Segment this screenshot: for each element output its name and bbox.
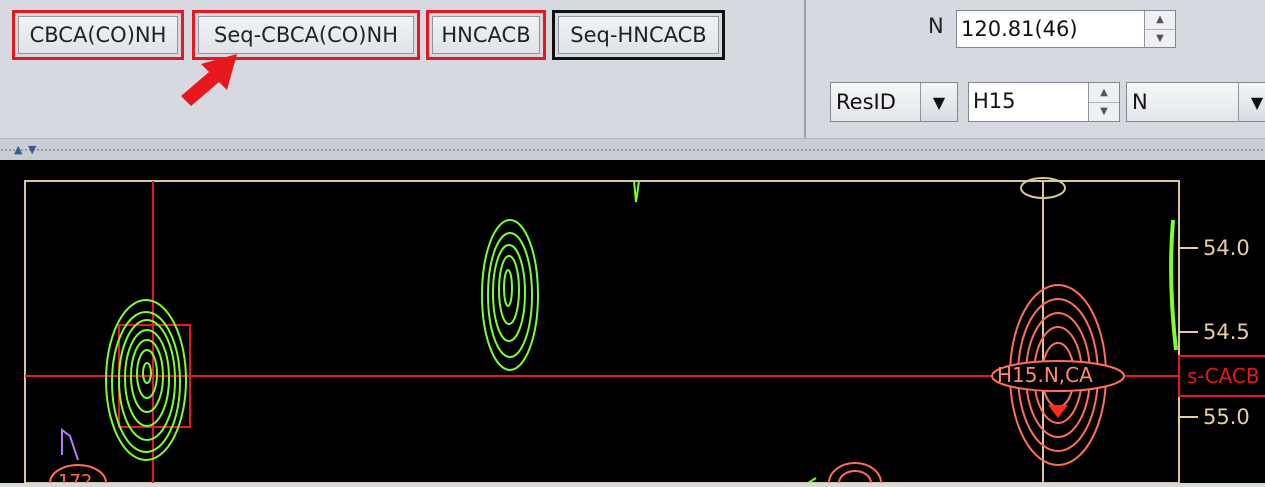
spectrum-plot[interactable] bbox=[0, 160, 1265, 487]
green-peak-top bbox=[633, 180, 640, 203]
salmon-peak-bottom bbox=[828, 462, 882, 487]
y-tick-label: 54.5 bbox=[1203, 320, 1250, 344]
spin-down-icon[interactable]: ▼ bbox=[1145, 30, 1175, 48]
splitter-grip[interactable] bbox=[0, 148, 1265, 152]
y-tick-label: 54.0 bbox=[1203, 236, 1250, 260]
partial-peak-label: 172 bbox=[58, 471, 93, 483]
panel-splitter[interactable]: ▲ ▼ bbox=[0, 138, 1265, 161]
n-label: N bbox=[928, 14, 944, 38]
spin-up-icon[interactable]: ▲ bbox=[1145, 11, 1175, 30]
red-arrow-icon bbox=[181, 54, 237, 106]
peak-label[interactable]: H15.N,CA bbox=[997, 363, 1093, 387]
residue-spinner[interactable]: H15 ▲ ▼ bbox=[968, 82, 1120, 122]
green-peak-edge bbox=[1169, 219, 1178, 351]
violet-peak bbox=[61, 428, 79, 461]
expand-up-icon[interactable]: ▲ bbox=[14, 143, 22, 156]
plot-frame bbox=[24, 180, 1180, 484]
residue-value[interactable]: H15 bbox=[969, 83, 1088, 121]
resid-mode-value: ResID bbox=[836, 90, 896, 114]
n-shift-arrows[interactable]: ▲ ▼ bbox=[1144, 11, 1175, 47]
n-shift-spinner[interactable]: 120.81(46) ▲ ▼ bbox=[956, 10, 1176, 48]
hncacb-button-frame: HNCACB bbox=[426, 10, 546, 60]
hncacb-button[interactable]: HNCACB bbox=[432, 16, 540, 54]
chevron-down-icon[interactable]: ▼ bbox=[920, 83, 957, 121]
seq-hncacb-button[interactable]: Seq-HNCACB bbox=[558, 16, 719, 54]
atom-select[interactable]: N ▼ bbox=[1126, 82, 1265, 122]
atom-value: N bbox=[1132, 90, 1148, 114]
green-peak-center bbox=[481, 219, 539, 371]
collapse-down-icon[interactable]: ▼ bbox=[28, 143, 36, 156]
seq-hncacb-button-frame: Seq-HNCACB bbox=[552, 10, 725, 60]
cbcaconh-button-frame: CBCA(CO)NH bbox=[12, 10, 184, 60]
spin-down-icon[interactable]: ▼ bbox=[1089, 103, 1119, 122]
y-tick-label: 55.0 bbox=[1203, 405, 1250, 429]
n-shift-value[interactable]: 120.81(46) bbox=[957, 11, 1144, 47]
spin-up-icon[interactable]: ▲ bbox=[1089, 83, 1119, 103]
spectrum-toolbar: CBCA(CO)NH Seq-CBCA(CO)NH HNCACB Seq-HNC… bbox=[0, 0, 806, 138]
resid-mode-select[interactable]: ResID ▼ bbox=[830, 82, 958, 122]
residue-arrows[interactable]: ▲ ▼ bbox=[1088, 83, 1119, 121]
seq-cbcaconh-button[interactable]: Seq-CBCA(CO)NH bbox=[198, 16, 414, 54]
resonance-controls: N 120.81(46) ▲ ▼ ResID ▼ H15 ▲ ▼ N ▼ bbox=[808, 0, 1265, 138]
chevron-down-icon[interactable]: ▼ bbox=[1238, 83, 1265, 121]
salmon-peak-marker bbox=[1048, 405, 1068, 418]
cbcaconh-button[interactable]: CBCA(CO)NH bbox=[18, 16, 178, 54]
edge-tag-label: s-CACB bbox=[1187, 364, 1260, 388]
spectrum-canvas[interactable]: 54.0 54.5 55.0 H15.N,CA s-CACB 172 bbox=[0, 160, 1265, 487]
